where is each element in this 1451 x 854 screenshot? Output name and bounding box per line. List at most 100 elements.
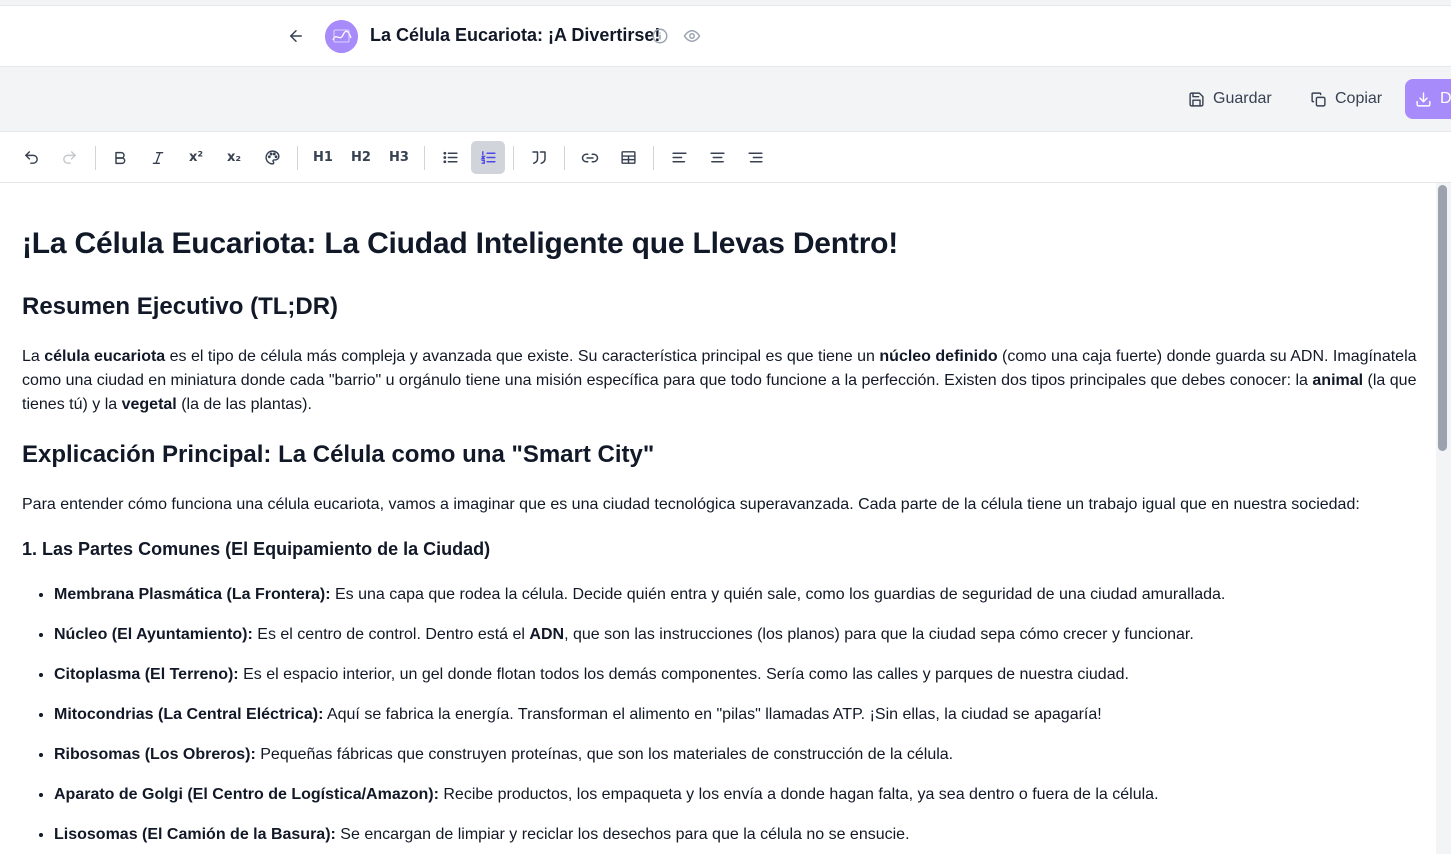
bold-button[interactable] xyxy=(103,141,137,174)
list-item-text: Es una capa que rodea la célula. Decide … xyxy=(330,586,1226,603)
superscript-icon: x² xyxy=(188,150,204,165)
bold-icon xyxy=(115,151,126,164)
list-item-text: Se encargan de limpiar y reciclar los de… xyxy=(335,826,910,843)
align-left-button[interactable] xyxy=(662,141,696,174)
heading3-icon: H3 xyxy=(389,150,409,165)
copy-label: Copiar xyxy=(1335,90,1383,107)
list-item-term: Aparato de Golgi (El Centro de Logística… xyxy=(54,786,439,803)
align-center-icon xyxy=(709,152,725,163)
undo-icon xyxy=(24,151,38,164)
summary-text: es el tipo de célula más compleja y avan… xyxy=(165,348,880,365)
palette-icon xyxy=(264,150,280,165)
heading1-button[interactable]: H1 xyxy=(306,141,340,174)
list-item-text: Pequeñas fábricas que construyen proteín… xyxy=(255,746,954,763)
ordered-list-button[interactable] xyxy=(471,141,505,174)
list-item-text: Aquí se fabrica la energía. Transforman … xyxy=(323,706,1102,723)
align-center-button[interactable] xyxy=(700,141,734,174)
list-item: Lisosomas (El Camión de la Basura): Se e… xyxy=(54,823,1414,854)
list-item-term: Núcleo (El Ayuntamiento): xyxy=(54,626,253,643)
list-item: Membrana Plasmática (La Frontera): Es un… xyxy=(54,583,1414,623)
summary-bold: célula eucariota xyxy=(44,348,166,365)
text-color-button[interactable] xyxy=(255,141,289,174)
undo-button[interactable] xyxy=(14,141,48,174)
align-right-button[interactable] xyxy=(738,141,772,174)
editor-scrollbar[interactable] xyxy=(1436,183,1451,854)
italic-icon xyxy=(152,151,164,164)
heading2-button[interactable]: H2 xyxy=(344,141,378,174)
main-intro-paragraph: Para entender cómo funciona una célula e… xyxy=(22,496,1360,513)
list-item-text: , que son las instrucciones (los planos)… xyxy=(564,626,1194,643)
toolbar-separator xyxy=(653,146,654,170)
arrow-left-icon xyxy=(290,30,302,42)
italic-button[interactable] xyxy=(141,141,175,174)
save-icon xyxy=(1189,91,1204,107)
list-item: Núcleo (El Ayuntamiento): Es el centro d… xyxy=(54,623,1414,663)
download-label: D xyxy=(1440,90,1451,107)
heading1-icon: H1 xyxy=(313,150,333,165)
toolbar-separator xyxy=(424,146,425,170)
cell-illustration-icon xyxy=(325,20,358,53)
summary-text: (la de las plantas). xyxy=(176,396,312,413)
list-item: Ribosomas (Los Obreros): Pequeñas fábric… xyxy=(54,743,1414,783)
toolbar-separator xyxy=(297,146,298,170)
ordered-list-icon xyxy=(479,151,496,164)
list-item-term: Mitocondrias (La Central Eléctrica): xyxy=(54,706,324,723)
scrollbar-thumb[interactable] xyxy=(1438,185,1447,451)
eye-icon[interactable] xyxy=(682,27,702,45)
quote-icon xyxy=(532,150,546,164)
bullet-list-button[interactable] xyxy=(433,141,467,174)
document-avatar xyxy=(325,20,358,53)
main-heading: Explicación Principal: La Célula como un… xyxy=(22,441,655,468)
table-icon xyxy=(620,151,636,164)
copy-icon xyxy=(1311,91,1326,107)
subscript-icon: x₂ xyxy=(226,150,242,165)
summary-text: La xyxy=(22,348,45,365)
list-item-term: Citoplasma (El Terreno): xyxy=(54,666,239,683)
action-bar: Guardar Copiar D xyxy=(0,67,1451,132)
table-button[interactable] xyxy=(611,141,645,174)
list-item-term: Membrana Plasmática (La Frontera): xyxy=(54,586,331,603)
summary-heading: Resumen Ejecutivo (TL;DR) xyxy=(22,293,339,320)
summary-bold: animal xyxy=(1312,372,1364,389)
document-header: La Célula Eucariota: ¡A Divertirse! xyxy=(0,6,1451,67)
heading3-button[interactable]: H3 xyxy=(382,141,416,174)
save-label: Guardar xyxy=(1213,90,1272,107)
organelle-list: Membrana Plasmática (La Frontera): Es un… xyxy=(54,583,1414,854)
document-title: La Célula Eucariota: ¡A Divertirse! xyxy=(370,25,661,45)
back-button[interactable] xyxy=(282,22,310,50)
list-item-term: Ribosomas (Los Obreros): xyxy=(54,746,256,763)
list-item-text: Es el espacio interior, un gel donde flo… xyxy=(238,666,1129,683)
list-item: Mitocondrias (La Central Eléctrica): Aqu… xyxy=(54,703,1414,743)
heading2-icon: H2 xyxy=(351,150,371,165)
editor-area[interactable]: ¡La Célula Eucariota: La Ciudad Intelige… xyxy=(6,183,1436,854)
summary-bold: núcleo definido xyxy=(879,348,998,365)
toolbar-separator xyxy=(513,146,514,170)
list-item-bold: ADN xyxy=(529,626,565,643)
copy-button[interactable]: Copiar xyxy=(1300,79,1392,119)
redo-icon xyxy=(62,151,76,164)
list-item-text: Recibe productos, los empaqueta y los en… xyxy=(438,786,1159,803)
toolbar-separator xyxy=(95,146,96,170)
document-heading: ¡La Célula Eucariota: La Ciudad Intelige… xyxy=(22,227,899,260)
superscript-button[interactable]: x² xyxy=(179,141,213,174)
align-right-icon xyxy=(747,152,763,163)
redo-button[interactable] xyxy=(52,141,86,174)
align-left-icon xyxy=(671,152,687,163)
list-item: Aparato de Golgi (El Centro de Logística… xyxy=(54,783,1414,823)
download-icon xyxy=(1416,91,1431,107)
section1-heading: 1. Las Partes Comunes (El Equipamiento d… xyxy=(22,539,491,559)
info-icon[interactable] xyxy=(651,27,669,45)
toolbar-separator xyxy=(564,146,565,170)
formatting-toolbar: x² x₂ H1 H2 H3 xyxy=(0,132,1451,183)
save-button[interactable]: Guardar xyxy=(1178,79,1282,119)
list-item: Citoplasma (El Terreno): Es el espacio i… xyxy=(54,663,1414,703)
download-button[interactable]: D xyxy=(1405,79,1451,119)
subscript-button[interactable]: x₂ xyxy=(217,141,251,174)
summary-paragraph: La célula eucariota es el tipo de célula… xyxy=(22,345,1422,417)
blockquote-button[interactable] xyxy=(522,141,556,174)
summary-bold: vegetal xyxy=(121,396,177,413)
bullet-list-icon xyxy=(442,151,458,164)
link-button[interactable] xyxy=(573,141,607,174)
list-item-text: Es el centro de control. Dentro está el xyxy=(252,626,530,643)
link-icon xyxy=(581,153,599,162)
